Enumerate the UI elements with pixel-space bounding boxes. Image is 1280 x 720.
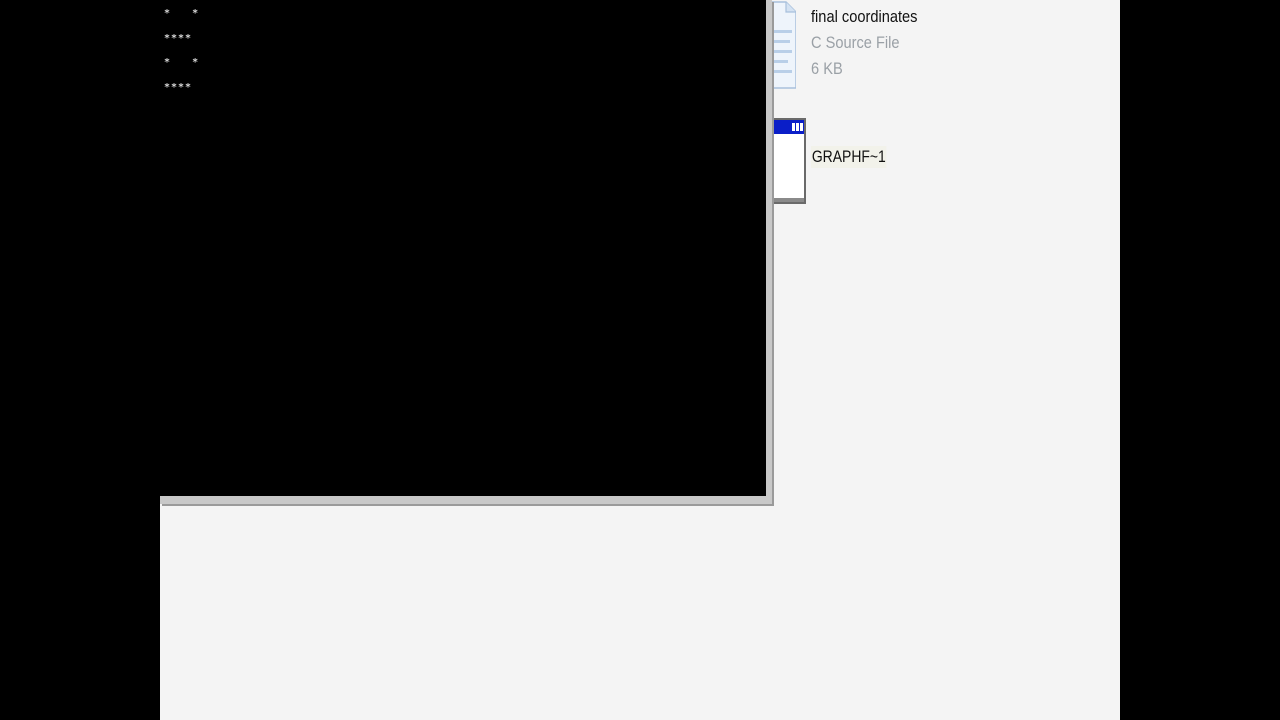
screen: final coordinates C Source File 6 KB GRA… (0, 0, 1280, 720)
console-output: * * **** * * **** (164, 2, 199, 100)
file-details: final coordinates C Source File 6 KB (811, 4, 935, 82)
console-line: **** (164, 32, 193, 44)
console-line: * * (164, 8, 200, 19)
file-item-executable[interactable]: GRAPHF~1 (770, 118, 970, 208)
ms-dos-program-icon (770, 118, 806, 204)
file-name: final coordinates (811, 7, 918, 26)
file-type: C Source File (811, 33, 900, 52)
file-name: GRAPHF~1 (811, 146, 887, 168)
console-line: * * (164, 57, 200, 68)
console-line: **** (164, 81, 193, 93)
file-item-c-source[interactable]: final coordinates C Source File 6 KB (770, 0, 970, 95)
console-window[interactable]: * * **** * * **** (160, 0, 772, 504)
c-source-file-icon (770, 1, 796, 89)
file-size: 6 KB (811, 59, 843, 78)
